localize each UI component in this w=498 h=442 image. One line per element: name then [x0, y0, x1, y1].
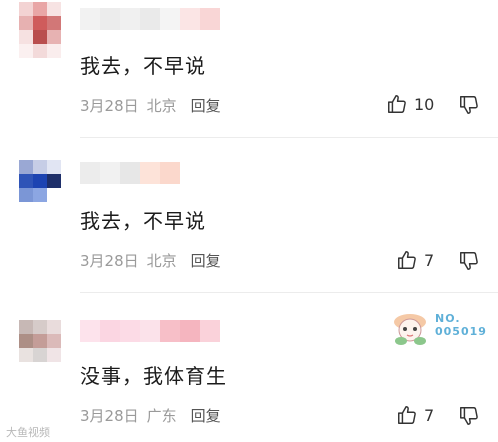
- mascot-icon: [394, 314, 426, 345]
- comment-text: 我去，不早说: [80, 54, 206, 78]
- avatar[interactable]: [19, 160, 61, 220]
- reply-button[interactable]: 回复: [191, 407, 221, 425]
- avatar[interactable]: [19, 320, 61, 380]
- comment-text: 没事，我体育生: [80, 364, 227, 388]
- fan-badge[interactable]: NO. 005019: [390, 310, 487, 346]
- thumb-down-icon: [458, 94, 480, 116]
- comment-meta: 3月28日 广东 回复: [80, 405, 221, 426]
- dislike-button[interactable]: [458, 405, 480, 427]
- comment-text: 我去，不早说: [80, 209, 206, 233]
- avatar[interactable]: [19, 2, 61, 62]
- like-button[interactable]: 7: [396, 404, 434, 426]
- reply-button[interactable]: 回复: [191, 97, 221, 115]
- watermark: 大鱼视频: [6, 426, 50, 439]
- like-count: 7: [424, 405, 435, 425]
- comment-location: 北京: [146, 252, 177, 270]
- dislike-button[interactable]: [458, 94, 480, 116]
- comment-date: 3月28日: [80, 97, 139, 115]
- thumb-down-icon: [458, 405, 480, 427]
- username-blurred[interactable]: [80, 8, 230, 30]
- thumb-down-icon: [458, 250, 480, 272]
- comment-date: 3月28日: [80, 252, 139, 270]
- like-count: 10: [414, 94, 435, 114]
- comment-location: 广东: [146, 407, 177, 425]
- comment-meta: 3月28日 北京 回复: [80, 95, 221, 116]
- comment-date: 3月28日: [80, 407, 139, 425]
- like-button[interactable]: 7: [396, 249, 434, 271]
- like-button[interactable]: 10: [386, 93, 434, 115]
- thumb-up-icon: [386, 93, 408, 115]
- username-blurred[interactable]: [80, 320, 220, 342]
- divider: [80, 292, 498, 293]
- comment-location: 北京: [146, 97, 177, 115]
- divider: [80, 137, 498, 138]
- thumb-up-icon: [396, 404, 418, 426]
- dislike-button[interactable]: [458, 250, 480, 272]
- username-blurred[interactable]: [80, 162, 180, 184]
- badge-number: NO. 005019: [435, 312, 487, 338]
- thumb-up-icon: [396, 249, 418, 271]
- reply-button[interactable]: 回复: [191, 252, 221, 270]
- comment-meta: 3月28日 北京 回复: [80, 250, 221, 271]
- like-count: 7: [424, 250, 435, 270]
